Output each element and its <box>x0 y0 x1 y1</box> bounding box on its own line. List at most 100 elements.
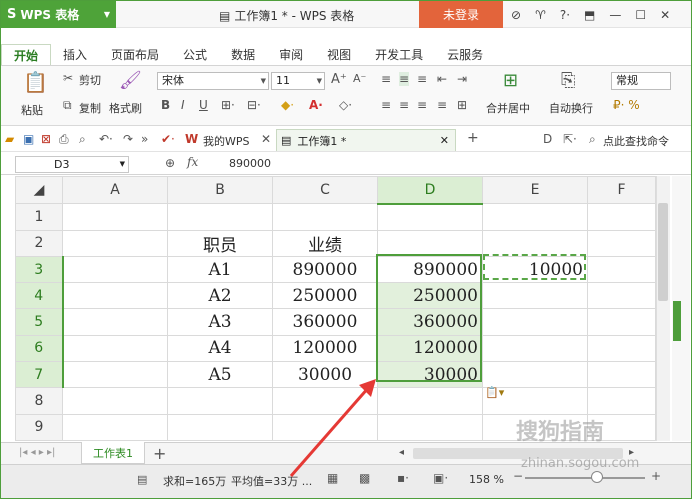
minimize-button[interactable]: — <box>609 8 621 22</box>
cell[interactable]: A2 <box>167 282 273 310</box>
side-panel-toggle[interactable] <box>673 301 681 341</box>
find-command-box[interactable]: 点此查找命令 <box>603 133 669 149</box>
new-tab-icon[interactable]: + <box>467 130 479 146</box>
cell[interactable]: 250000 <box>377 282 483 310</box>
align-center-icon[interactable]: ≡ <box>399 98 409 112</box>
sheet-tab[interactable]: 工作表1 <box>81 442 145 464</box>
indent-decrease-icon[interactable]: ⇤ <box>437 72 447 86</box>
cell[interactable] <box>587 387 656 415</box>
close-icon[interactable]: ✕ <box>261 132 271 146</box>
cell[interactable] <box>62 334 168 363</box>
font-name-select[interactable]: 宋体 ▼ <box>157 72 269 90</box>
row-header[interactable]: 3 <box>15 255 64 284</box>
help-icon[interactable]: ?· <box>560 8 570 22</box>
calculator-icon[interactable]: ▤ <box>137 473 147 486</box>
wrap-text-button[interactable]: 自动换行 <box>549 100 593 116</box>
paste-options-icon[interactable]: 📋▾ <box>485 386 511 402</box>
active-cell[interactable]: 890000 <box>377 255 483 284</box>
fill-color-icon[interactable]: ◆· <box>281 98 294 112</box>
scrollbar-thumb[interactable] <box>658 203 668 301</box>
col-header[interactable]: F <box>587 175 656 205</box>
pin-icon[interactable]: ✔· <box>161 132 175 146</box>
cell[interactable] <box>62 203 168 231</box>
cell[interactable] <box>587 308 656 336</box>
cell[interactable]: A4 <box>167 334 273 363</box>
name-box[interactable]: D3 ▼ <box>15 156 129 173</box>
clear-format-icon[interactable]: ◇· <box>339 98 352 112</box>
open-icon[interactable]: ▰ <box>5 132 14 146</box>
tab-formula[interactable]: 公式 <box>171 44 219 65</box>
cell[interactable] <box>62 387 168 415</box>
print-icon[interactable]: ⎙ <box>59 132 69 147</box>
document-tab[interactable]: ▤ 工作簿1 * ✕ <box>276 129 456 151</box>
align-left-icon[interactable]: ≡ <box>381 98 391 112</box>
shirt-icon[interactable]: ♈ <box>535 8 546 22</box>
redo-icon[interactable]: ↷ <box>123 132 133 146</box>
hscroll-left-icon[interactable]: ◂ <box>399 447 404 458</box>
cell[interactable]: 30000 <box>272 361 378 389</box>
tab-cloud[interactable]: 云服务 <box>435 44 495 65</box>
cell[interactable] <box>587 229 656 257</box>
close-icon[interactable]: ✕ <box>440 134 449 147</box>
cell[interactable]: 360000 <box>377 308 483 336</box>
tab-data[interactable]: 数据 <box>219 44 267 65</box>
cell[interactable] <box>62 361 168 389</box>
restore-ribbon-icon[interactable]: ⬒ <box>584 8 595 22</box>
cell[interactable] <box>587 361 656 389</box>
app-menu-button[interactable]: S WPS 表格 ▼ <box>1 1 116 28</box>
merge-center-icon[interactable]: ⊞ <box>503 70 518 91</box>
share-icon[interactable]: ⇱· <box>563 132 577 146</box>
tab-view[interactable]: 视图 <box>315 44 363 65</box>
row-header[interactable]: 6 <box>15 334 64 363</box>
cell[interactable] <box>62 308 168 336</box>
preview-icon[interactable]: ⌕ <box>79 132 86 147</box>
bold-icon[interactable]: B <box>161 98 170 112</box>
merge-border-icon[interactable]: ⊟· <box>247 98 261 112</box>
eye-protect-icon[interactable]: ▣· <box>433 471 448 485</box>
cell[interactable]: A3 <box>167 308 273 336</box>
row-header[interactable]: 1 <box>15 203 63 231</box>
wrap-text-icon[interactable]: ⎘ <box>561 70 575 91</box>
cell[interactable] <box>272 413 378 442</box>
col-header[interactable]: D <box>377 175 483 205</box>
zoom-level[interactable]: 158 % <box>469 473 504 486</box>
cell[interactable] <box>482 361 588 389</box>
row-header[interactable]: 7 <box>15 361 64 389</box>
fx-button[interactable]: fx <box>187 155 198 169</box>
cell[interactable] <box>272 387 378 415</box>
cell[interactable] <box>377 229 483 257</box>
row-header[interactable]: 9 <box>15 413 63 442</box>
zoom-out-icon[interactable]: − <box>513 469 523 483</box>
cell[interactable] <box>482 282 588 310</box>
copy-icon[interactable]: ⧉ <box>63 98 72 113</box>
cell[interactable]: 890000 <box>272 255 378 284</box>
cell[interactable]: 120000 <box>272 334 378 363</box>
cut-button[interactable]: 剪切 <box>79 72 101 88</box>
italic-icon[interactable]: I <box>181 98 185 112</box>
zoom-slider[interactable] <box>525 477 645 479</box>
cell[interactable] <box>482 229 588 257</box>
merge-center-button[interactable]: 合并居中 <box>486 100 530 116</box>
copy-button[interactable]: 复制 <box>79 100 101 116</box>
cell[interactable] <box>377 203 483 231</box>
col-header[interactable]: C <box>272 175 378 205</box>
brush-icon[interactable]: 🖌 <box>119 70 142 91</box>
tab-review[interactable]: 审阅 <box>267 44 315 65</box>
cell[interactable] <box>62 282 168 310</box>
cell[interactable]: 360000 <box>272 308 378 336</box>
row-header[interactable]: 8 <box>15 387 63 415</box>
cell[interactable]: 10000 <box>482 255 588 284</box>
cell[interactable]: A5 <box>167 361 273 389</box>
col-header[interactable]: B <box>167 175 273 205</box>
cell[interactable] <box>587 203 656 231</box>
maximize-button[interactable]: ☐ <box>635 8 646 22</box>
border-icon[interactable]: ⊞· <box>221 98 235 112</box>
cell[interactable] <box>482 203 588 231</box>
select-all-corner[interactable]: ◢ <box>15 175 63 205</box>
tab-insert[interactable]: 插入 <box>51 44 99 65</box>
cell[interactable]: 120000 <box>377 334 483 363</box>
add-sheet-button[interactable]: + <box>153 444 166 463</box>
cell[interactable] <box>167 203 273 231</box>
tab-page-layout[interactable]: 页面布局 <box>99 44 171 65</box>
cell[interactable]: 职员 <box>167 229 273 257</box>
